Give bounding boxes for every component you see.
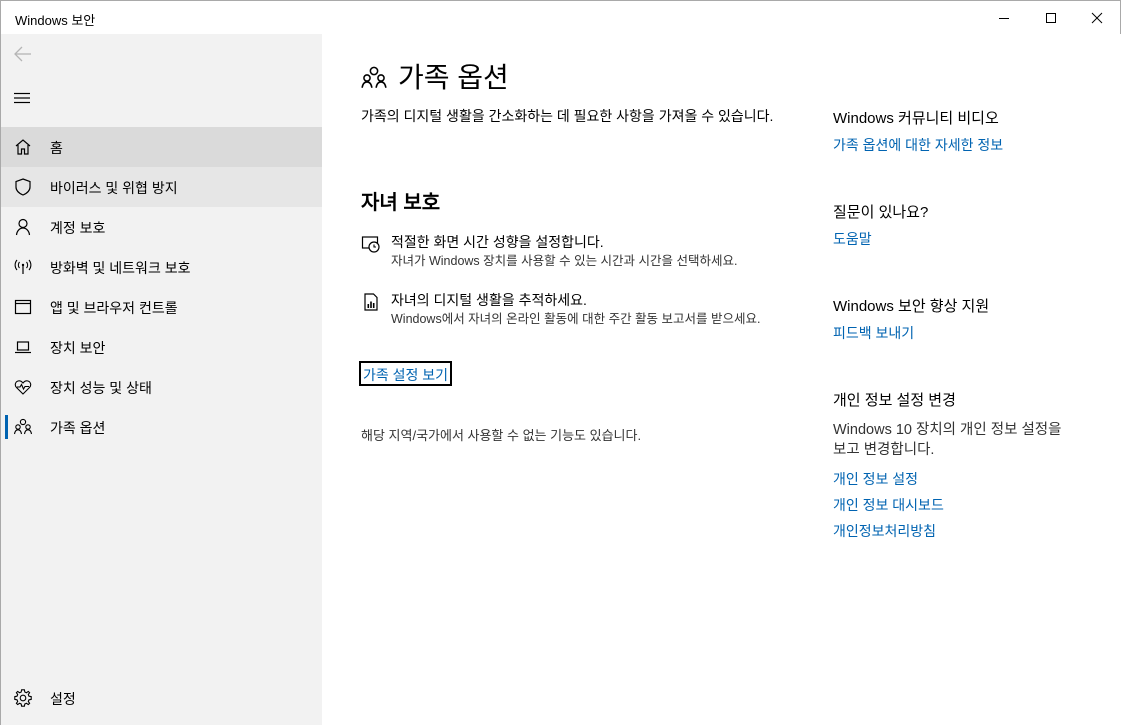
page-title: 가족 옵션 — [398, 62, 509, 93]
sidebar: 홈 바이러스 및 위협 방지 계정 보호 방화벽 및 네트워크 보호 앱 및 브… — [1, 34, 322, 725]
feature-description: 자녀가 Windows 장치를 사용할 수 있는 시간과 시간을 선택하세요. — [391, 254, 738, 268]
view-family-settings-link[interactable]: 가족 설정 보기 — [359, 361, 453, 386]
minimize-button[interactable] — [981, 1, 1027, 34]
privacy-statement-link[interactable]: 개인정보처리방침 — [833, 521, 936, 541]
report-icon — [364, 293, 378, 311]
sidebar-item-label: 가족 옵션 — [50, 420, 106, 436]
improve-security-heading: Windows 보안 향상 지원 — [833, 298, 990, 315]
sidebar-item-label: 장치 성능 및 상태 — [50, 380, 152, 396]
maximize-icon — [1046, 12, 1056, 23]
back-button[interactable] — [11, 42, 35, 66]
feature-heading: 자녀의 디지털 생활을 추적하세요. — [391, 292, 587, 308]
sidebar-item-home[interactable]: 홈 — [1, 127, 322, 167]
community-video-heading: Windows 커뮤니티 비디오 — [833, 110, 999, 127]
section-title: 자녀 보호 — [361, 192, 441, 214]
person-icon — [15, 218, 31, 236]
family-options-info-link[interactable]: 가족 옵션에 대한 자세한 정보 — [833, 135, 1003, 155]
app-window: Windows 보안 홈 바이러스 및 위협 방지 계정 보호 방화벽 및 네트… — [0, 0, 1121, 725]
antenna-icon — [14, 259, 32, 274]
family-icon — [13, 418, 33, 435]
privacy-dashboard-link[interactable]: 개인 정보 대시보드 — [833, 495, 944, 515]
sidebar-item-label: 바이러스 및 위협 방지 — [50, 180, 178, 196]
maximize-button[interactable] — [1028, 1, 1074, 34]
send-feedback-link[interactable]: 피드백 보내기 — [833, 323, 914, 343]
sidebar-item-label: 설정 — [50, 691, 76, 707]
minimize-icon — [999, 17, 1009, 19]
window-title: Windows 보안 — [15, 13, 96, 28]
sidebar-item-family-options[interactable]: 가족 옵션 — [1, 407, 322, 447]
page-description: 가족의 디지털 생활을 간소화하는 데 필요한 사항을 가져올 수 있습니다. — [361, 108, 774, 124]
sidebar-item-account-protection[interactable]: 계정 보호 — [1, 207, 322, 247]
shield-icon — [15, 178, 31, 196]
region-availability-note: 해당 지역/국가에서 사용할 수 없는 기능도 있습니다. — [361, 428, 642, 443]
back-arrow-icon — [14, 46, 31, 62]
home-icon — [15, 139, 31, 155]
privacy-settings-link[interactable]: 개인 정보 설정 — [833, 469, 918, 489]
family-icon — [361, 66, 387, 88]
gear-icon — [14, 689, 32, 707]
main-content: 가족 옵션 가족의 디지털 생활을 간소화하는 데 필요한 사항을 가져올 수 … — [322, 34, 1121, 725]
close-button[interactable] — [1074, 1, 1120, 34]
feature-description: Windows에서 자녀의 온라인 활동에 대한 주간 활동 보고서를 받으세요… — [391, 312, 761, 326]
active-indicator — [5, 415, 8, 439]
hamburger-menu-button[interactable] — [11, 86, 35, 110]
heart-pulse-icon — [14, 380, 32, 395]
sidebar-item-label: 장치 보안 — [50, 340, 106, 356]
question-heading: 질문이 있나요? — [833, 204, 929, 221]
screen-clock-icon — [361, 236, 380, 253]
sidebar-item-label: 홈 — [50, 140, 63, 156]
laptop-icon — [15, 341, 31, 354]
sidebar-item-label: 앱 및 브라우저 컨트롤 — [50, 300, 178, 316]
sidebar-item-device-health[interactable]: 장치 성능 및 상태 — [1, 367, 322, 407]
feature-heading: 적절한 화면 시간 성향을 설정합니다. — [391, 234, 604, 250]
sidebar-item-device-security[interactable]: 장치 보안 — [1, 327, 322, 367]
help-link[interactable]: 도움말 — [833, 229, 872, 249]
sidebar-item-firewall[interactable]: 방화벽 및 네트워크 보호 — [1, 247, 322, 287]
sidebar-item-label: 방화벽 및 네트워크 보호 — [50, 260, 191, 276]
sidebar-item-virus-protection[interactable]: 바이러스 및 위협 방지 — [1, 167, 322, 207]
close-icon — [1091, 12, 1103, 23]
sidebar-item-label: 계정 보호 — [50, 220, 106, 236]
privacy-settings-heading: 개인 정보 설정 변경 — [833, 392, 956, 409]
sidebar-item-settings[interactable]: 설정 — [1, 678, 322, 718]
title-bar: Windows 보안 — [1, 1, 1120, 34]
window-icon — [14, 299, 32, 315]
privacy-description: Windows 10 장치의 개인 정보 설정을 보고 변경합니다. — [833, 422, 1062, 458]
sidebar-item-app-browser-control[interactable]: 앱 및 브라우저 컨트롤 — [1, 287, 322, 327]
hamburger-icon — [14, 92, 30, 104]
